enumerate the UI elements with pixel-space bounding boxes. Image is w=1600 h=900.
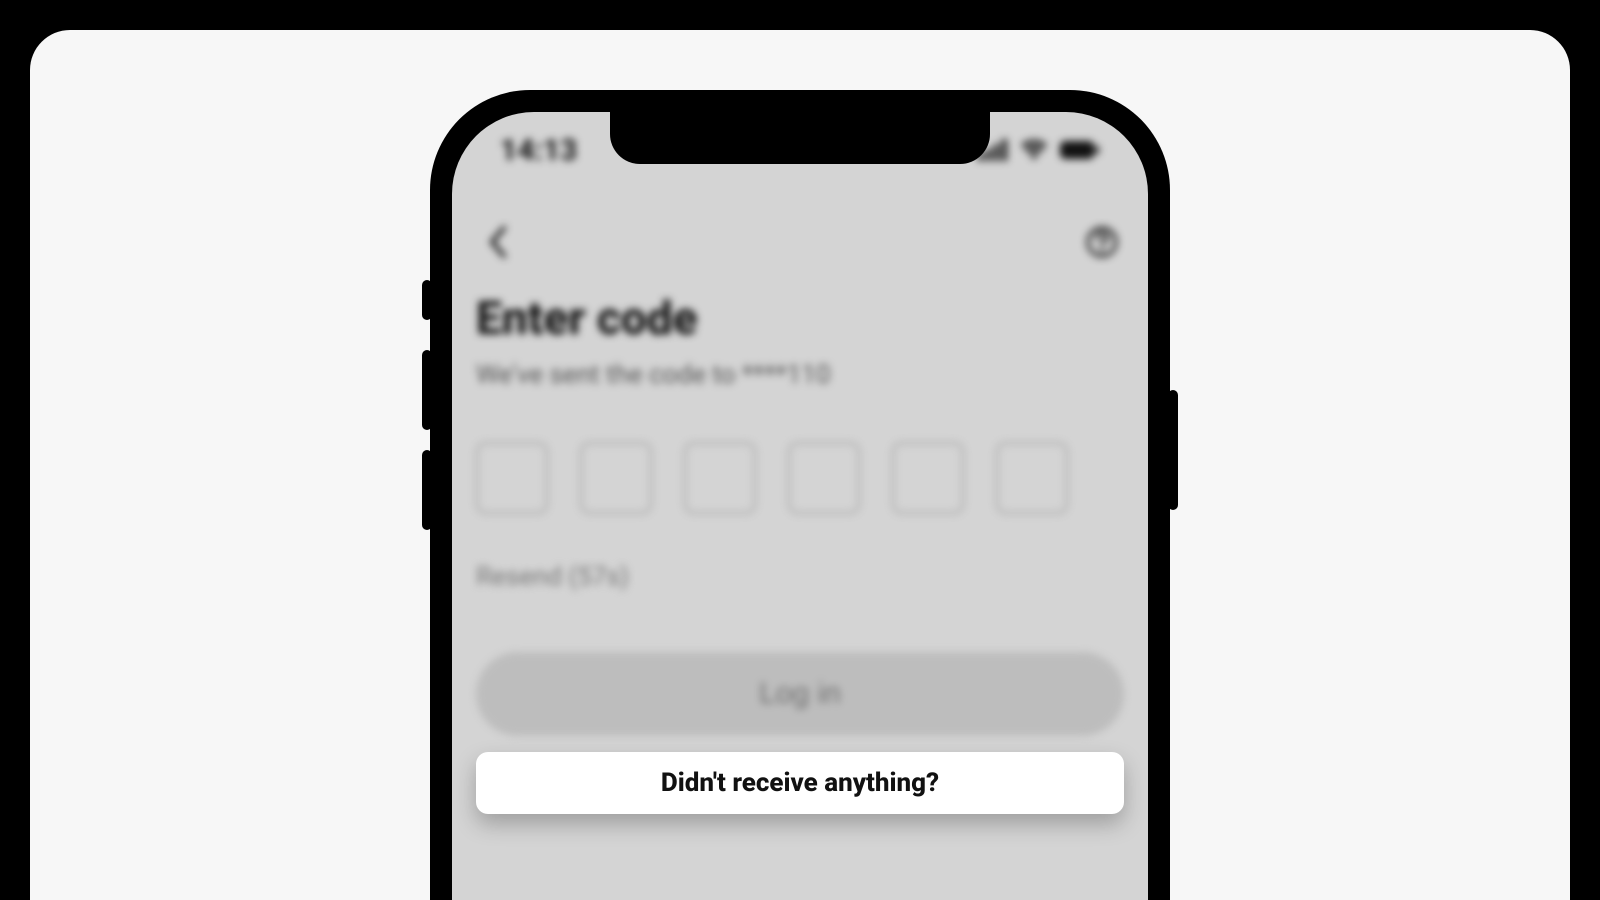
status-time: 14:13 bbox=[500, 133, 577, 168]
phone-volume-up bbox=[422, 350, 432, 430]
otp-digit-4[interactable] bbox=[788, 442, 860, 514]
phone-mute-switch bbox=[422, 280, 432, 320]
help-circle-icon bbox=[1085, 225, 1119, 259]
chevron-left-icon bbox=[488, 226, 508, 258]
otp-digit-3[interactable] bbox=[684, 442, 756, 514]
otp-digit-2[interactable] bbox=[580, 442, 652, 514]
phone-screen: 14:13 bbox=[452, 112, 1148, 900]
otp-digit-6[interactable] bbox=[996, 442, 1068, 514]
phone-power-button bbox=[1168, 390, 1178, 510]
phone-frame: 14:13 bbox=[430, 90, 1170, 900]
canvas: 14:13 bbox=[0, 0, 1600, 900]
content: Enter code We've sent the code to ****11… bbox=[476, 292, 1124, 736]
login-button[interactable]: Log in bbox=[476, 652, 1124, 736]
banner-text: Didn't receive anything? bbox=[661, 768, 939, 798]
status-indicators bbox=[978, 139, 1100, 161]
phone-notch bbox=[610, 112, 990, 164]
page-title: Enter code bbox=[476, 292, 1124, 346]
app-card: 14:13 bbox=[30, 30, 1570, 900]
top-bar bbox=[452, 220, 1148, 264]
didnt-receive-banner[interactable]: Didn't receive anything? bbox=[476, 752, 1124, 814]
help-button[interactable] bbox=[1080, 220, 1124, 264]
otp-input-row bbox=[476, 442, 1124, 514]
page-subtitle: We've sent the code to ****110 bbox=[476, 360, 1124, 390]
otp-digit-1[interactable] bbox=[476, 442, 548, 514]
wifi-icon bbox=[1020, 139, 1048, 161]
resend-countdown: Resend (57s) bbox=[476, 562, 1124, 592]
battery-icon bbox=[1060, 140, 1100, 160]
otp-digit-5[interactable] bbox=[892, 442, 964, 514]
back-button[interactable] bbox=[476, 220, 520, 264]
phone-volume-down bbox=[422, 450, 432, 530]
